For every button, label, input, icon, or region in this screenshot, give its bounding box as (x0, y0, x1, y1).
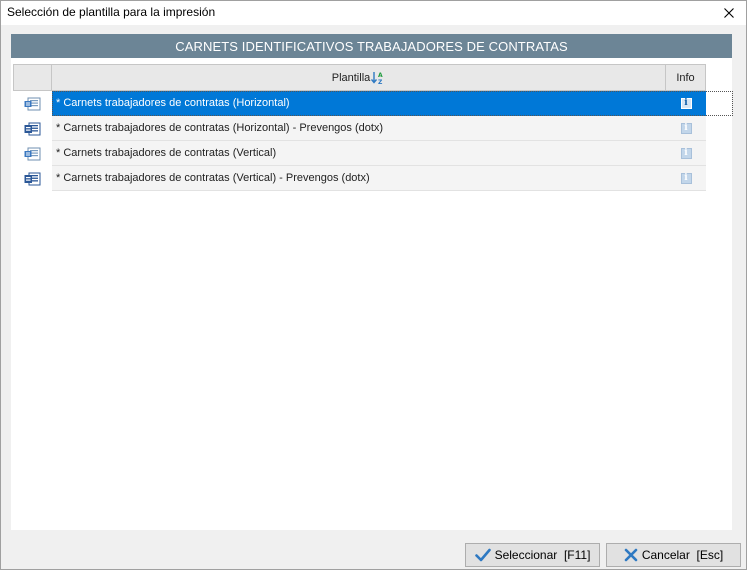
row-info-cell[interactable]: i (666, 141, 706, 166)
cancel-x-icon (624, 548, 638, 562)
doc-word-icon (13, 166, 52, 191)
info-icon[interactable]: i (680, 147, 692, 159)
select-button[interactable]: Seleccionar [F11] (465, 543, 600, 567)
titlebar: Selección de plantilla para la impresión (1, 1, 746, 25)
table-row[interactable]: * Carnets trabajadores de contratas (Hor… (13, 91, 733, 116)
header-plantilla[interactable]: Plantilla A Z (52, 64, 666, 91)
info-icon[interactable]: i (680, 172, 692, 184)
header-info[interactable]: Info (666, 64, 706, 91)
table-row[interactable]: * Carnets trabajadores de contratas (Ver… (13, 141, 733, 166)
grid-header: Plantilla A Z Info (13, 64, 706, 91)
row-label: * Carnets trabajadores de contratas (Ver… (52, 166, 666, 191)
window-title: Selección de plantilla para la impresión (7, 5, 216, 19)
table-row[interactable]: * Carnets trabajadores de contratas (Ver… (13, 166, 733, 191)
select-button-label: Seleccionar [F11] (494, 548, 591, 562)
row-info-cell[interactable]: i (666, 116, 706, 141)
row-info-cell[interactable]: i (666, 166, 706, 191)
svg-text:Z: Z (378, 79, 383, 85)
check-icon (474, 548, 491, 562)
doc-word-icon (13, 116, 52, 141)
row-label: * Carnets trabajadores de contratas (Ver… (52, 141, 666, 166)
header-icon-column (13, 64, 52, 91)
cancel-button[interactable]: Cancelar [Esc] (606, 543, 741, 567)
row-label: * Carnets trabajadores de contratas (Hor… (52, 116, 666, 141)
cancel-button-label: Cancelar [Esc] (641, 548, 724, 562)
dialog-window: Selección de plantilla para la impresión… (0, 0, 747, 570)
info-icon[interactable]: i (680, 122, 692, 134)
row-info-cell[interactable]: i (666, 91, 706, 116)
svg-text:A: A (378, 72, 383, 79)
header-plantilla-label: Plantilla (331, 71, 371, 84)
doc-horizontal-icon (13, 141, 52, 166)
doc-horizontal-icon (13, 91, 52, 116)
close-button[interactable] (718, 2, 740, 24)
grid-rows: * Carnets trabajadores de contratas (Hor… (13, 91, 734, 191)
sort-az-icon: A Z (371, 71, 383, 85)
section-title: CARNETS IDENTIFICATIVOS TRABAJADORES DE … (11, 34, 732, 58)
info-icon[interactable]: i (680, 97, 692, 109)
table-row[interactable]: * Carnets trabajadores de contratas (Hor… (13, 116, 733, 141)
template-grid: Plantilla A Z Info * Carnets trabajadore… (13, 64, 734, 191)
row-label: * Carnets trabajadores de contratas (Hor… (52, 91, 666, 116)
close-icon (724, 8, 734, 18)
